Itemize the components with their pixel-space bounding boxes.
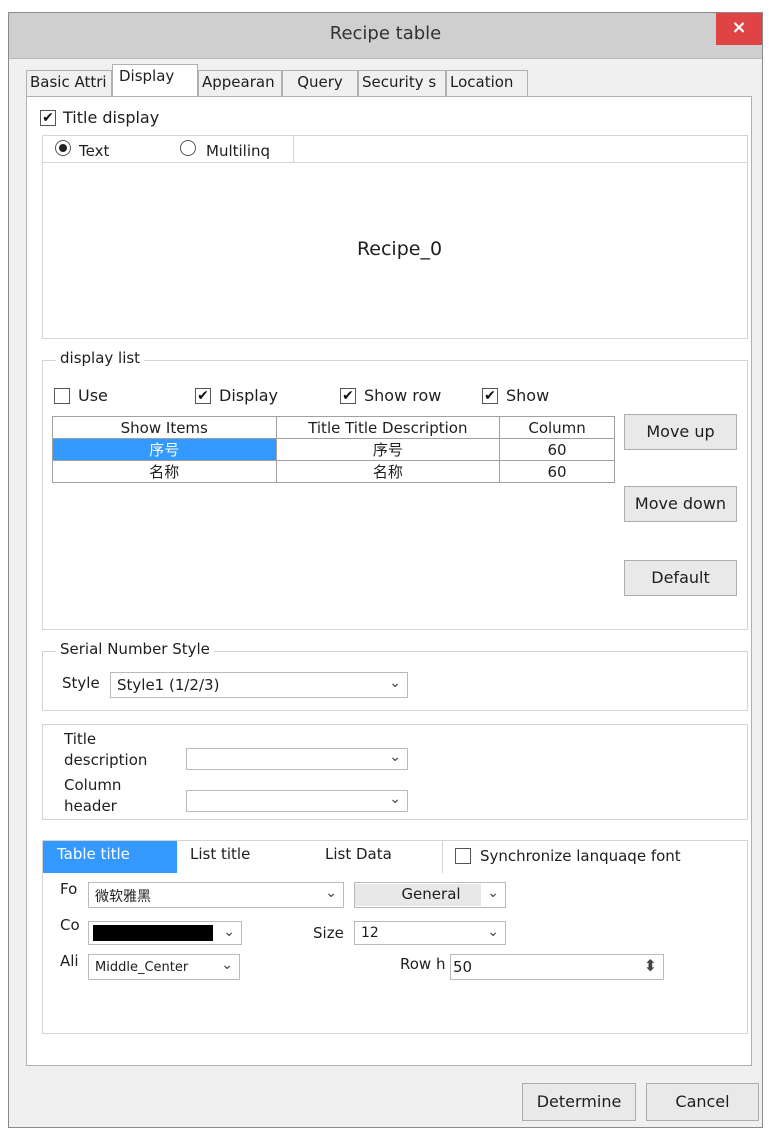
text-radio[interactable] <box>55 140 71 156</box>
title-description-label-line2: description <box>64 751 148 769</box>
style-label: Style <box>62 674 100 692</box>
multilingual-radio-label: Multilinq <box>206 142 271 160</box>
synchronize-language-font-checkbox[interactable] <box>455 848 471 864</box>
table-cell-width[interactable]: 60 <box>499 460 615 483</box>
spin-arrows-icon[interactable]: ⬍ <box>644 956 657 975</box>
chevron-down-icon: ⌄ <box>389 791 401 807</box>
table-cell-description[interactable]: 序号 <box>275 438 501 461</box>
chevron-down-icon: ⌄ <box>223 924 235 940</box>
use-label: Use <box>78 386 108 405</box>
table-cell-show-item[interactable]: 名称 <box>52 460 277 483</box>
font-size-select[interactable]: 12 ⌄ <box>354 921 506 945</box>
chevron-down-icon: ⌄ <box>325 885 337 901</box>
title-description-select[interactable]: ⌄ <box>186 748 408 770</box>
tab-security[interactable]: Security s <box>358 70 446 97</box>
default-button[interactable]: Default <box>624 560 737 596</box>
show-row-checkbox[interactable]: ✔ <box>340 388 356 404</box>
tab-display[interactable]: Display <box>112 64 198 97</box>
font-family-value: 微软雅黑 <box>95 889 151 905</box>
determine-button[interactable]: Determine <box>522 1083 636 1121</box>
title-description-label-line1: Title <box>64 730 97 748</box>
tab-divider <box>442 841 443 873</box>
font-family-select[interactable]: 微软雅黑 ⌄ <box>88 882 344 908</box>
column-header-label-line1: Column <box>64 776 122 794</box>
title-bar: Recipe table × <box>9 13 762 59</box>
row-height-value: 50 <box>453 958 473 976</box>
title-text-panel <box>42 135 748 339</box>
window-title: Recipe table <box>329 23 442 44</box>
tab-location[interactable]: Location <box>446 70 528 97</box>
font-label: Fo <box>60 880 78 898</box>
size-label: Size <box>313 924 344 942</box>
chevron-down-icon: ⌄ <box>487 885 499 901</box>
column-header-label-line2: header <box>64 797 117 815</box>
font-style-value: General <box>355 884 481 906</box>
alignment-value: Middle_Center <box>95 960 189 975</box>
tab-divider <box>293 136 294 162</box>
color-swatch <box>93 925 213 941</box>
move-up-button[interactable]: Move up <box>624 414 737 450</box>
table-header-row: Show Items Title Title Description Colum… <box>52 416 615 439</box>
row-height-spinbox[interactable]: 50 ⬍ <box>450 954 664 980</box>
cancel-button[interactable]: Cancel <box>646 1083 759 1121</box>
column-header-show-items[interactable]: Show Items <box>52 416 277 439</box>
close-icon[interactable]: × <box>716 13 762 45</box>
tab-list-data[interactable]: List Data <box>325 845 392 863</box>
show-checkbox[interactable]: ✔ <box>482 388 498 404</box>
alignment-select[interactable]: Middle_Center ⌄ <box>88 954 240 980</box>
column-header-title-description[interactable]: Title Title Description <box>275 416 501 439</box>
tab-query[interactable]: Query <box>282 70 358 97</box>
move-down-button[interactable]: Move down <box>624 486 737 522</box>
font-size-value: 12 <box>361 925 379 941</box>
show-row-label: Show row <box>364 386 442 405</box>
chevron-down-icon: ⌄ <box>389 749 401 765</box>
table-row[interactable]: 名称 名称 60 <box>52 460 615 483</box>
title-mode-tabs: Text Multilinq <box>43 136 293 160</box>
show-label: Show <box>506 386 550 405</box>
title-display-checkbox[interactable]: ✔ <box>40 110 56 126</box>
tab-table-title[interactable]: Table title <box>43 841 177 873</box>
display-items-table: Show Items Title Title Description Colum… <box>52 416 615 483</box>
table-cell-show-item[interactable]: 序号 <box>52 438 277 461</box>
chevron-down-icon: ⌄ <box>487 924 499 940</box>
column-header-select[interactable]: ⌄ <box>186 790 408 812</box>
display-checkbox[interactable]: ✔ <box>195 388 211 404</box>
table-cell-width[interactable]: 60 <box>499 438 615 461</box>
synchronize-language-font-label: Synchronize lanquaqe font <box>480 847 681 865</box>
alignment-label: Ali <box>60 952 79 970</box>
tab-list-title[interactable]: List title <box>190 845 250 863</box>
title-preview-text: Recipe_0 <box>356 238 443 260</box>
text-radio-label: Text <box>79 142 110 160</box>
table-row[interactable]: 序号 序号 60 <box>52 438 615 461</box>
title-display-label: Title display <box>63 108 160 127</box>
multilingual-radio[interactable] <box>180 140 196 156</box>
display-list-legend: display list <box>56 349 145 367</box>
serial-number-style-legend: Serial Number Style <box>56 640 214 658</box>
chevron-down-icon: ⌄ <box>221 957 233 973</box>
tab-basic-attributes[interactable]: Basic Attri <box>26 70 112 97</box>
panel-divider <box>43 162 747 163</box>
font-color-select[interactable]: ⌄ <box>88 921 242 945</box>
serial-style-select[interactable]: Style1 (1/2/3) ⌄ <box>110 672 408 698</box>
display-label: Display <box>219 386 278 405</box>
column-header-column-width[interactable]: Column <box>499 416 615 439</box>
table-cell-description[interactable]: 名称 <box>275 460 501 483</box>
color-label: Co <box>60 916 80 934</box>
use-checkbox[interactable] <box>54 388 70 404</box>
chevron-down-icon: ⌄ <box>389 675 401 691</box>
serial-style-value: Style1 (1/2/3) <box>117 676 220 694</box>
font-style-select[interactable]: General ⌄ <box>354 882 506 908</box>
tab-appearance[interactable]: Appearan <box>198 70 282 97</box>
row-height-label: Row h <box>400 955 446 973</box>
